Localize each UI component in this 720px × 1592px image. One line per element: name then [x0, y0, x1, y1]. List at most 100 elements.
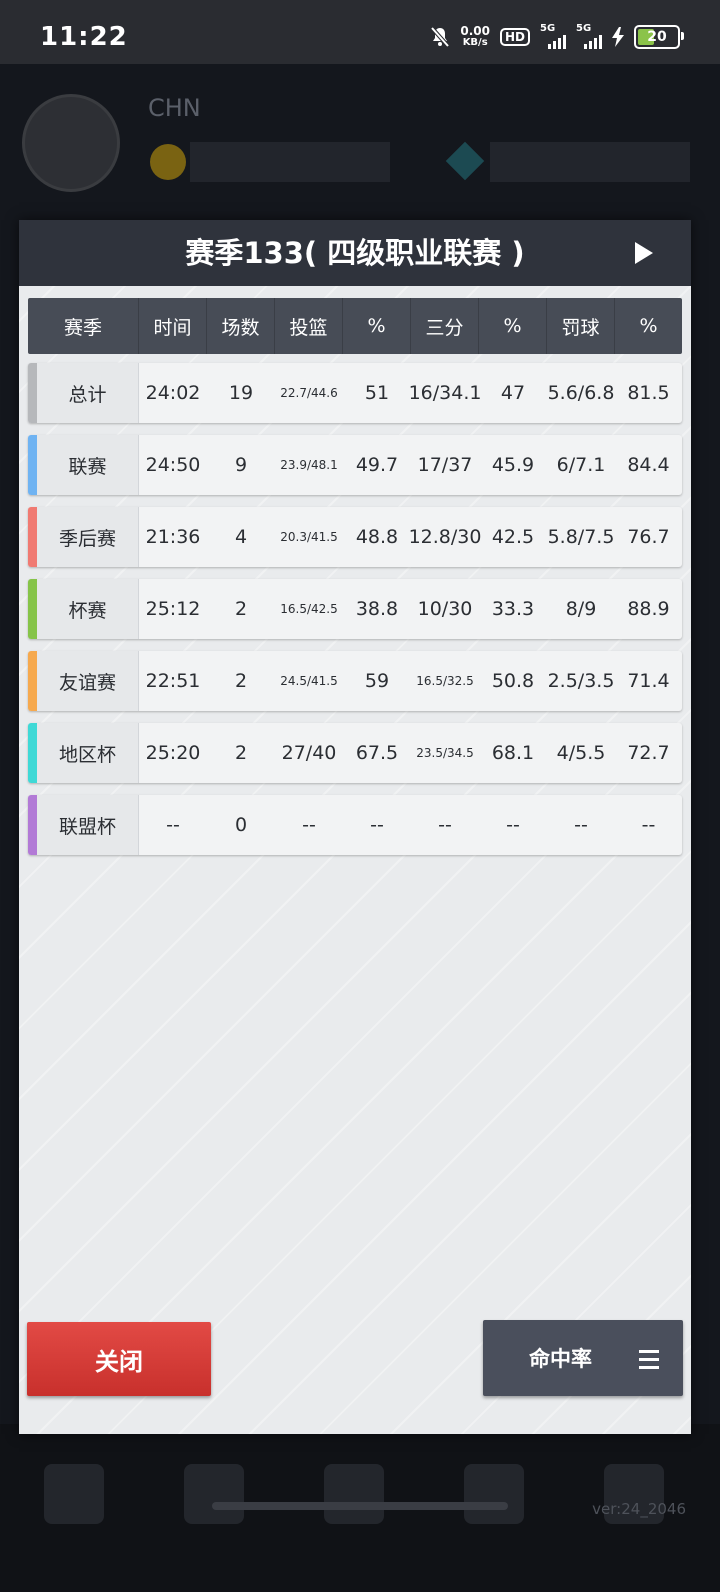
status-time: 11:22 — [40, 22, 128, 52]
row-label: 总计 — [37, 363, 139, 423]
table-cell: 19 — [228, 382, 254, 404]
table-cell: 25:12 — [145, 598, 201, 620]
table-cell: 16/34.1 — [408, 382, 482, 404]
table-cell: 2 — [234, 742, 248, 764]
hit-rate-button[interactable]: 命中率 — [483, 1320, 683, 1396]
table-cell: 8/9 — [565, 598, 597, 620]
table-cell: 24:50 — [145, 454, 201, 476]
table-cell: 4 — [234, 526, 248, 548]
table-cell: 4/5.5 — [556, 742, 606, 764]
column-header: 场数 — [207, 298, 275, 354]
gem-icon — [445, 141, 485, 181]
table-cell: -- — [302, 814, 316, 836]
home-indicator — [212, 1502, 508, 1510]
table-cell: 38.8 — [355, 598, 399, 620]
nav-tab-icon — [184, 1464, 244, 1524]
dialog-title: 赛季133( 四级职业联赛 ) — [185, 236, 525, 270]
nav-tab-icon — [44, 1464, 104, 1524]
table-cell: -- — [438, 814, 452, 836]
nav-tab-icon — [324, 1464, 384, 1524]
column-header: 罚球 — [547, 298, 615, 354]
column-header: 投篮 — [275, 298, 343, 354]
table-cell: 67.5 — [355, 742, 399, 764]
column-header: 三分 — [411, 298, 479, 354]
table-cell: 50.8 — [491, 670, 535, 692]
table-cell: 9 — [234, 454, 248, 476]
row-color-bar — [28, 795, 37, 855]
table-cell: 76.7 — [627, 526, 670, 548]
table-cell: 48.8 — [355, 526, 399, 548]
version-label: ver:24_2046 — [592, 1500, 686, 1518]
battery-icon: 20 — [634, 25, 684, 49]
table-cell: 42.5 — [491, 526, 535, 548]
table-cell: -- — [370, 814, 384, 836]
table-cell: 47 — [500, 382, 526, 404]
close-button[interactable]: 关闭 — [27, 1322, 211, 1396]
table-cell: 2.5/3.5 — [547, 670, 615, 692]
row-color-bar — [28, 363, 37, 423]
row-label: 友谊赛 — [37, 651, 139, 711]
charging-icon — [612, 27, 624, 47]
row-color-bar — [28, 723, 37, 783]
coin-icon — [150, 144, 186, 180]
table-cell: 24:02 — [145, 382, 201, 404]
nav-tab-icon — [464, 1464, 524, 1524]
table-cell: 51 — [364, 382, 390, 404]
avatar — [22, 94, 120, 192]
dialog-header: 赛季133( 四级职业联赛 ) — [19, 220, 691, 286]
table-cell: 20.3/41.5 — [280, 530, 338, 544]
row-color-bar — [28, 507, 37, 567]
table-cell: 5.8/7.5 — [547, 526, 615, 548]
table-row: 总计 24:02 19 22.7/44.6 51 16/34.1 47 5.6/6.8 81.5 — [28, 363, 682, 423]
table-row: 季后赛 21:36 4 20.3/41.5 48.8 12.8/30 42.5 5.8/7.5… — [28, 507, 682, 567]
table-cell: 72.7 — [627, 742, 670, 764]
table-cell: -- — [641, 814, 656, 836]
table-cell: 16.5/42.5 — [280, 602, 338, 616]
table-cell: 2 — [234, 670, 248, 692]
row-label: 杯赛 — [37, 579, 139, 639]
column-header: % — [639, 315, 658, 337]
row-label: 联赛 — [37, 435, 139, 495]
column-header: % — [479, 298, 547, 354]
table-cell: 33.3 — [491, 598, 535, 620]
coin-balance — [190, 142, 390, 182]
table-cell: 27/40 — [281, 742, 337, 764]
table-cell: 68.1 — [491, 742, 535, 764]
table-cell: 71.4 — [627, 670, 670, 692]
table-cell: 5.6/6.8 — [547, 382, 615, 404]
season-stats-dialog: 赛季133( 四级职业联赛 ) 赛季 时间 场数 投篮 % 三分 % 罚球 % … — [19, 220, 691, 1434]
table-cell: 2 — [234, 598, 248, 620]
row-color-bar — [28, 651, 37, 711]
table-cell: 45.9 — [491, 454, 535, 476]
row-color-bar — [28, 435, 37, 495]
table-cell: 6/7.1 — [556, 454, 606, 476]
table-cell: 25:20 — [145, 742, 201, 764]
table-cell: 23.5/34.5 — [416, 746, 474, 760]
table-cell: 17/37 — [417, 454, 473, 476]
column-header: % — [343, 298, 411, 354]
row-label: 联盟杯 — [37, 795, 139, 855]
row-label: 地区杯 — [37, 723, 139, 783]
table-header: 赛季 时间 场数 投篮 % 三分 % 罚球 % — [28, 298, 682, 354]
table-row: 地区杯 25:20 2 27/40 67.5 23.5/34.5 68.1 4/5.5 72.7 — [28, 723, 682, 783]
table-cell: -- — [574, 814, 588, 836]
next-season-icon[interactable] — [635, 242, 653, 264]
table-cell: 59 — [364, 670, 390, 692]
row-color-bar — [28, 579, 37, 639]
table-cell: 22.7/44.6 — [280, 386, 338, 400]
net-speed: 0.00 KB/s — [460, 24, 490, 48]
status-icons: 0.00 KB/s HD 5G 5G 20 — [430, 22, 684, 52]
table-cell: 0 — [234, 814, 248, 836]
table-cell: 21:36 — [145, 526, 201, 548]
table-cell: 23.9/48.1 — [280, 458, 338, 472]
table-cell: 88.9 — [627, 598, 670, 620]
table-cell: 49.7 — [355, 454, 399, 476]
table-row: 联赛 24:50 9 23.9/48.1 49.7 17/37 45.9 6/7.1 84.4 — [28, 435, 682, 495]
table-row: 杯赛 25:12 2 16.5/42.5 38.8 10/30 33.3 8/9 88.9 — [28, 579, 682, 639]
column-header: 时间 — [139, 298, 207, 354]
table-cell: -- — [506, 814, 520, 836]
menu-icon — [639, 1350, 659, 1369]
status-bar: 11:22 0.00 KB/s HD 5G 5G 20 — [0, 0, 720, 64]
table-cell: 10/30 — [417, 598, 473, 620]
table-cell: 24.5/41.5 — [280, 674, 338, 688]
